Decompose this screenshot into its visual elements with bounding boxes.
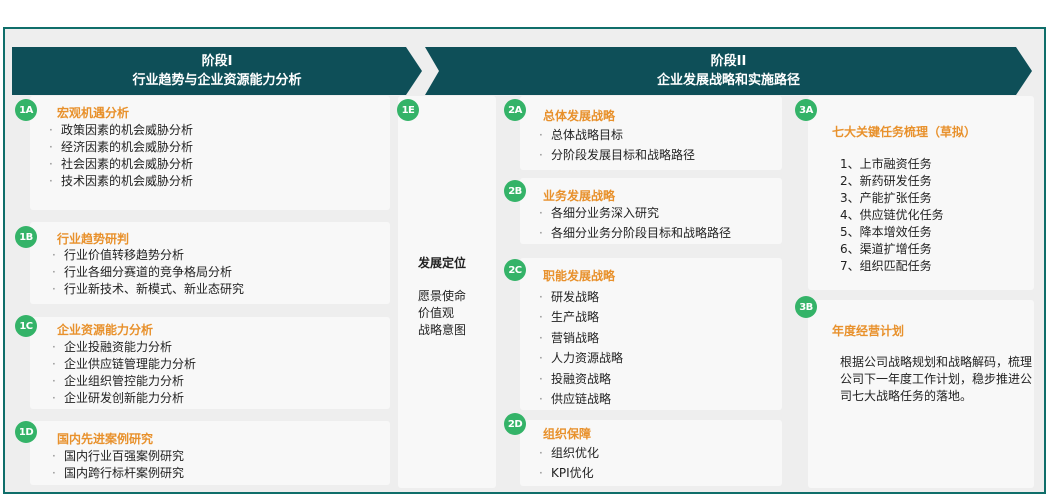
list-item: 2、新药研发任务 [840, 174, 932, 188]
list-1e: 愿景使命 价值观 战略意图 [418, 288, 466, 339]
list-2a: 总体战略目标 分阶段发展目标和战略路径 [537, 125, 695, 165]
list-item: 战略意图 [418, 323, 467, 337]
list-item: 企业组织管控能力分析 [50, 373, 196, 390]
list-2d: 组织优化 KPI优化 [537, 443, 599, 483]
list-item: 企业研发创新能力分析 [50, 390, 196, 407]
list-item: 5、降本增效任务 [840, 225, 932, 239]
badge-1a: 1A [15, 99, 37, 121]
title-1a: 宏观机遇分析 [57, 106, 130, 120]
title-2c: 职能发展战略 [543, 269, 616, 283]
list-item: 1、上市融资任务 [840, 157, 932, 171]
badge-3a: 3A [795, 99, 817, 121]
list-item: 研发战略 [537, 287, 623, 308]
list-item: 企业投融资能力分析 [50, 339, 196, 356]
title-1b: 行业趋势研判 [57, 232, 130, 246]
badge-1c: 1C [15, 315, 37, 337]
list-item: 生产战略 [537, 307, 623, 328]
list-1d: 国内行业百强案例研究 国内跨行标杆案例研究 [50, 448, 184, 482]
list-item: 愿景使命 [418, 289, 467, 303]
badge-2c: 2C [504, 259, 526, 281]
list-item: KPI优化 [537, 463, 599, 483]
title-3b: 年度经营计划 [832, 324, 905, 338]
list-item: 6、渠道扩增任务 [840, 242, 932, 256]
phase-1-subtitle: 行业趋势与企业资源能力分析 [132, 73, 302, 88]
title-3a: 七大关键任务梳理（草拟） [832, 125, 977, 139]
list-item: 价值观 [418, 306, 455, 320]
list-item: 7、组织匹配任务 [840, 259, 932, 273]
phase-2-label: 阶段II [710, 54, 747, 69]
list-1b: 行业价值转移趋势分析 行业各细分赛道的竞争格局分析 行业新技术、新模式、新业态研… [50, 247, 244, 298]
list-1a: 政策因素的机会威胁分析 经济因素的机会威胁分析 社会因素的机会威胁分析 技术因素… [47, 122, 193, 190]
paragraph-3b: 根据公司战略规划和战略解码，梳理公司下一年度工作计划，稳步推进公司七大战略任务的… [840, 355, 1033, 403]
title-1e: 发展定位 [418, 256, 467, 270]
badge-3b: 3B [795, 296, 817, 318]
list-item: 总体战略目标 [537, 125, 695, 145]
badge-2b: 2B [504, 180, 526, 202]
list-item: 各细分业务深入研究 [537, 203, 731, 223]
list-item: 技术因素的机会威胁分析 [47, 173, 193, 190]
title-1d: 国内先进案例研究 [57, 432, 154, 446]
list-item: 行业价值转移趋势分析 [50, 247, 244, 264]
list-item: 各细分业务分阶段目标和战略路径 [537, 223, 731, 243]
list-item: 组织优化 [537, 443, 599, 463]
title-1c: 企业资源能力分析 [57, 323, 154, 337]
badge-2a: 2A [504, 99, 526, 121]
list-item: 3、产能扩张任务 [840, 191, 932, 205]
list-item: 4、供应链优化任务 [840, 208, 944, 222]
list-item: 企业供应链管理能力分析 [50, 356, 196, 373]
badge-2d: 2D [504, 413, 526, 435]
list-3a: 1、上市融资任务 2、新药研发任务 3、产能扩张任务 4、供应链优化任务 5、降… [840, 156, 944, 275]
list-item: 营销战略 [537, 328, 623, 349]
list-item: 行业新技术、新模式、新业态研究 [50, 281, 244, 298]
badge-1e: 1E [397, 99, 419, 121]
list-item: 分阶段发展目标和战略路径 [537, 145, 695, 165]
phase-2-header: 阶段II 企业发展战略和实施路径 [425, 47, 1032, 95]
list-item: 行业各细分赛道的竞争格局分析 [50, 264, 244, 281]
phase-1-label: 阶段I [201, 54, 233, 69]
badge-1d: 1D [15, 421, 37, 443]
list-item: 供应链战略 [537, 389, 623, 410]
list-2c: 研发战略 生产战略 营销战略 人力资源战略 投融资战略 供应链战略 [537, 287, 623, 410]
list-item: 国内行业百强案例研究 [50, 448, 184, 465]
phase-2-subtitle: 企业发展战略和实施路径 [656, 73, 800, 88]
badge-1b: 1B [15, 226, 37, 248]
title-2a: 总体发展战略 [543, 109, 616, 123]
phase-1-header: 阶段I 行业趋势与企业资源能力分析 [12, 47, 422, 95]
title-2b: 业务发展战略 [543, 189, 616, 203]
list-item: 国内跨行标杆案例研究 [50, 465, 184, 482]
list-2b: 各细分业务深入研究 各细分业务分阶段目标和战略路径 [537, 203, 731, 243]
title-2d: 组织保障 [543, 427, 592, 441]
list-item: 经济因素的机会威胁分析 [47, 139, 193, 156]
list-1c: 企业投融资能力分析 企业供应链管理能力分析 企业组织管控能力分析 企业研发创新能… [50, 339, 196, 407]
list-item: 人力资源战略 [537, 348, 623, 369]
list-item: 社会因素的机会威胁分析 [47, 156, 193, 173]
list-item: 政策因素的机会威胁分析 [47, 122, 193, 139]
list-item: 投融资战略 [537, 369, 623, 390]
